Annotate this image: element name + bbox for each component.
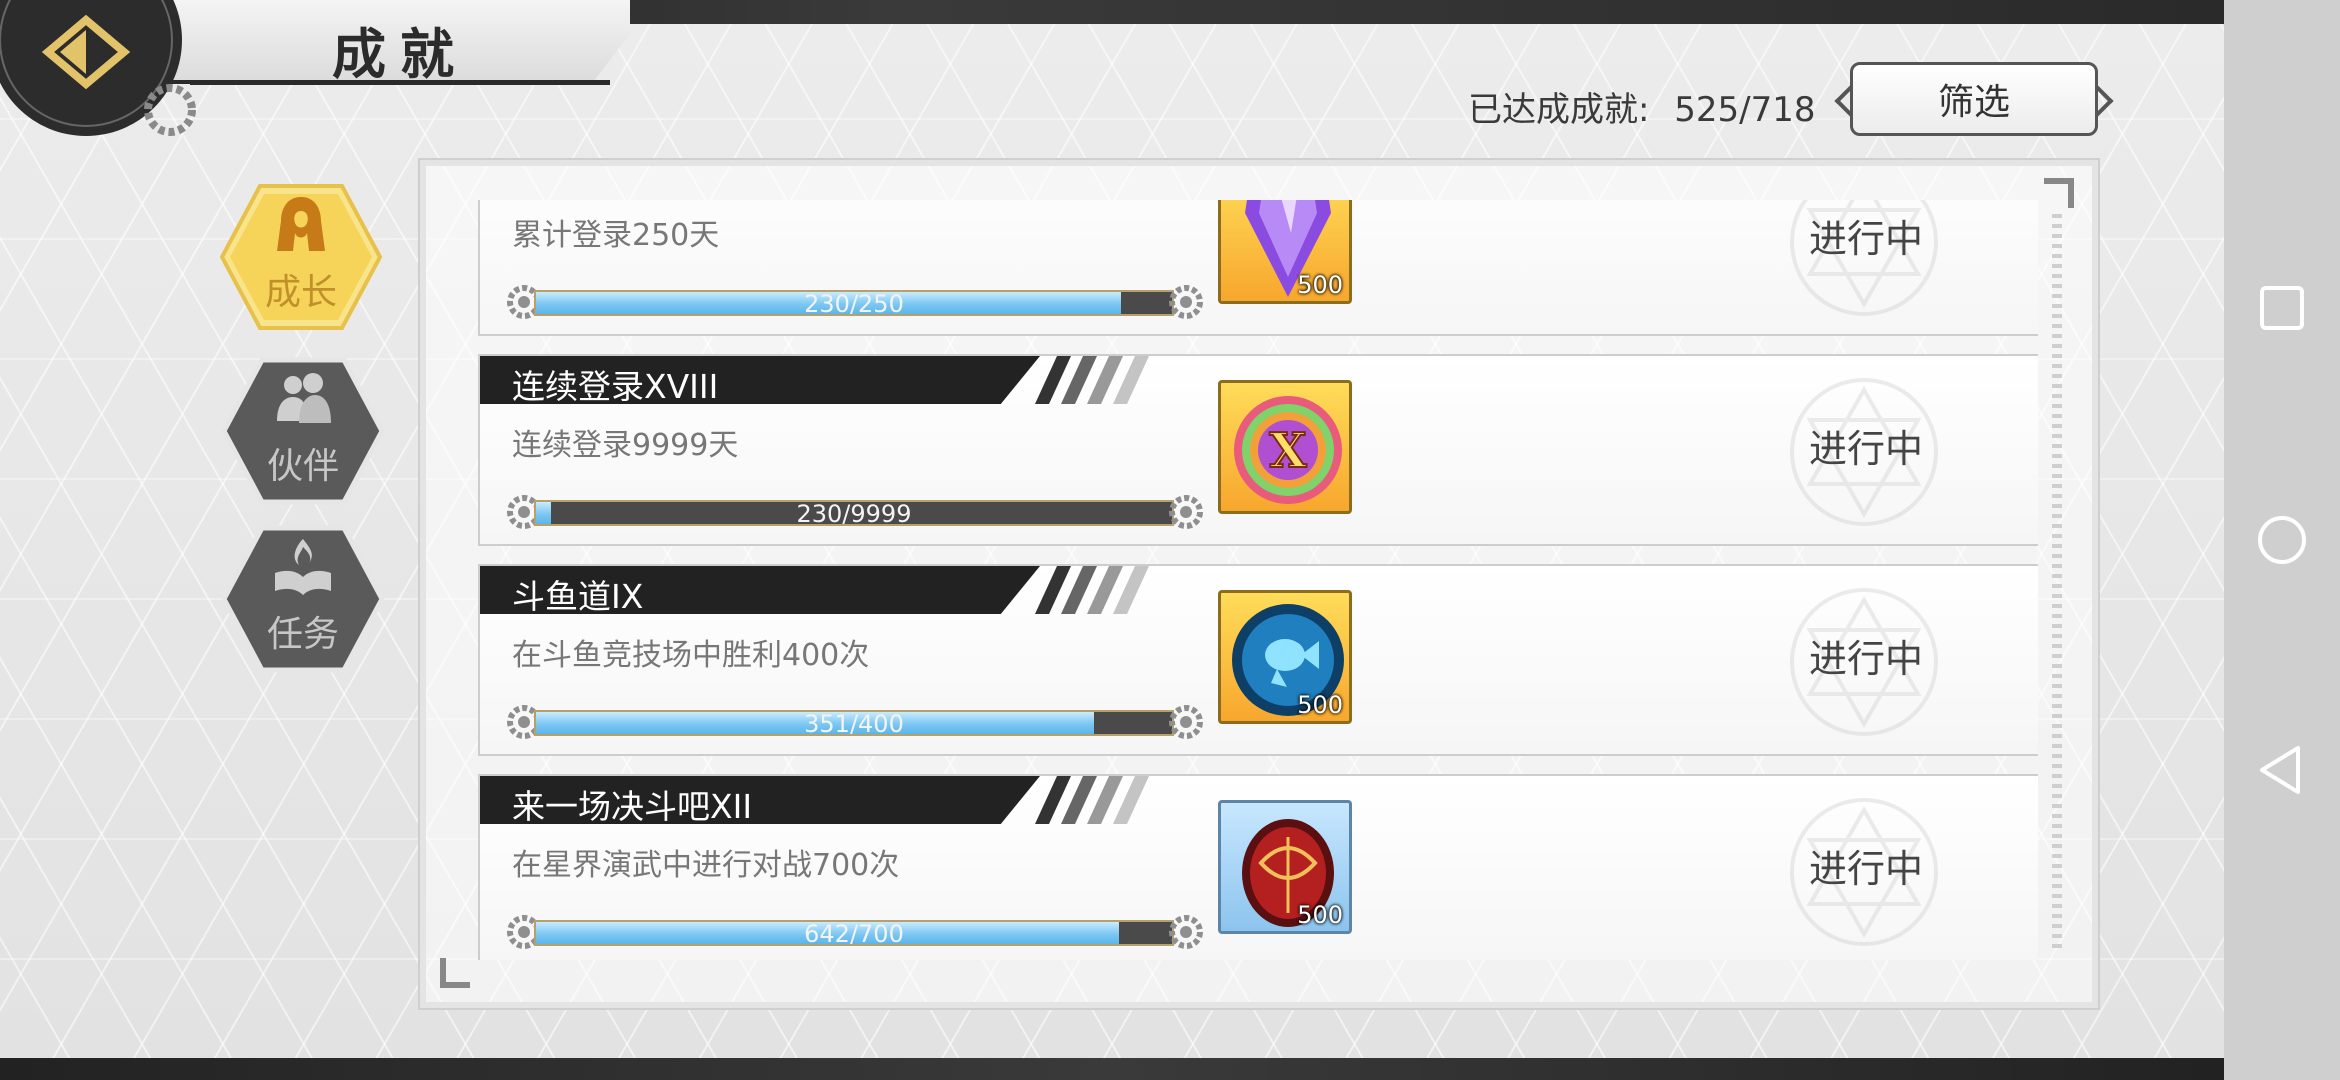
progress-text: 642/700 xyxy=(804,920,904,946)
title-stripes xyxy=(1035,356,1149,404)
hooded-figure-icon xyxy=(277,197,325,251)
tab-missions-label: 任务 xyxy=(266,614,339,655)
progress-text: 230/9999 xyxy=(796,500,912,526)
recent-apps-icon[interactable] xyxy=(2254,280,2310,336)
achievement-title: 斗鱼道IX xyxy=(512,577,644,616)
scrollbar[interactable] xyxy=(2052,214,2062,954)
gear-cap-icon xyxy=(1169,705,1203,739)
achievement-card[interactable]: 连续登录XVIII 连续登录9999天 230/9999 X 进行中 xyxy=(478,354,2038,546)
progress-text: 351/400 xyxy=(804,710,904,736)
achievement-progress-bar: 230/9999 xyxy=(504,492,1204,532)
home-icon[interactable] xyxy=(2254,512,2310,568)
achievement-status: 进行中 xyxy=(1808,637,1923,681)
reward-item[interactable]: 500 xyxy=(1218,800,1352,934)
achievement-progress-bar: 351/400 xyxy=(504,702,1204,742)
gear-cap-icon xyxy=(1169,915,1203,949)
achievement-description: 连续登录9999天 xyxy=(512,428,739,463)
tab-missions[interactable]: 任务 xyxy=(222,524,384,674)
book-flame-icon xyxy=(275,539,331,595)
title-stripes xyxy=(1035,566,1149,614)
gear-cap-icon xyxy=(1169,285,1203,319)
page-title: 成就 xyxy=(332,23,468,86)
achievement-card[interactable]: 来一场决斗吧XII 在星界演武中进行对战700次 642/700 500 进行中 xyxy=(478,774,2038,960)
achievement-progress-bar: 230/250 xyxy=(504,282,1204,322)
tab-partners-label: 伙伴 xyxy=(266,446,339,487)
reward-item[interactable]: X xyxy=(1218,380,1352,514)
tab-growth-label: 成长 xyxy=(264,272,337,313)
achievement-list[interactable]: 累计登录250天 230/250 500 进行中 连续登录XVIII 连续登录9… xyxy=(478,200,2038,960)
tab-partners[interactable]: 伙伴 xyxy=(222,356,384,506)
achievement-description: 累计登录250天 xyxy=(512,218,720,253)
achievement-progress: 已达成成就: 525/718 xyxy=(1468,82,1816,131)
reward-item[interactable]: 500 xyxy=(1218,590,1352,724)
bottom-frame xyxy=(0,1058,2224,1080)
back-arrow-icon xyxy=(0,0,196,136)
achievement-status: 进行中 xyxy=(1808,847,1923,891)
game-screen: 成就 已达成成就: 525/718 筛选 成长 伙伴 任务 累计登录250天 2… xyxy=(0,0,2224,1080)
reward-count: 500 xyxy=(1297,691,1343,719)
achievement-status: 进行中 xyxy=(1808,427,1923,471)
system-nav-bar xyxy=(2224,0,2340,1080)
rainbow-x-medal-icon: X xyxy=(1234,396,1342,504)
panel-corner xyxy=(440,958,470,988)
achievement-description: 在斗鱼竞技场中胜利400次 xyxy=(512,638,870,673)
reward-item[interactable]: 500 xyxy=(1218,200,1352,304)
panel-corner xyxy=(2044,178,2074,208)
progress-text: 230/250 xyxy=(804,290,904,316)
filter-button[interactable]: 筛选 xyxy=(1850,62,2098,136)
achievement-card[interactable]: 累计登录250天 230/250 500 进行中 xyxy=(478,200,2038,336)
achievement-status: 进行中 xyxy=(1808,217,1923,261)
gear-cap-icon xyxy=(1169,495,1203,529)
companions-icon xyxy=(277,373,331,423)
tab-growth[interactable]: 成长 xyxy=(220,182,382,332)
svg-text:X: X xyxy=(1269,423,1307,479)
title-stripes xyxy=(1035,776,1149,824)
achievement-description: 在星界演武中进行对战700次 xyxy=(512,848,900,883)
reward-count: 500 xyxy=(1297,271,1343,299)
achievement-progress-value: 525/718 xyxy=(1674,90,1816,130)
achievement-title: 来一场决斗吧XII xyxy=(512,787,753,826)
achievement-card[interactable]: 斗鱼道IX 在斗鱼竞技场中胜利400次 351/400 500 进行中 xyxy=(478,564,2038,756)
back-icon[interactable] xyxy=(2254,742,2310,798)
achievement-title: 连续登录XVIII xyxy=(512,367,719,406)
back-button[interactable] xyxy=(0,0,200,140)
reward-count: 500 xyxy=(1297,901,1343,929)
achievement-progress-bar: 642/700 xyxy=(504,912,1204,952)
achievement-progress-label: 已达成成就: xyxy=(1468,90,1650,130)
